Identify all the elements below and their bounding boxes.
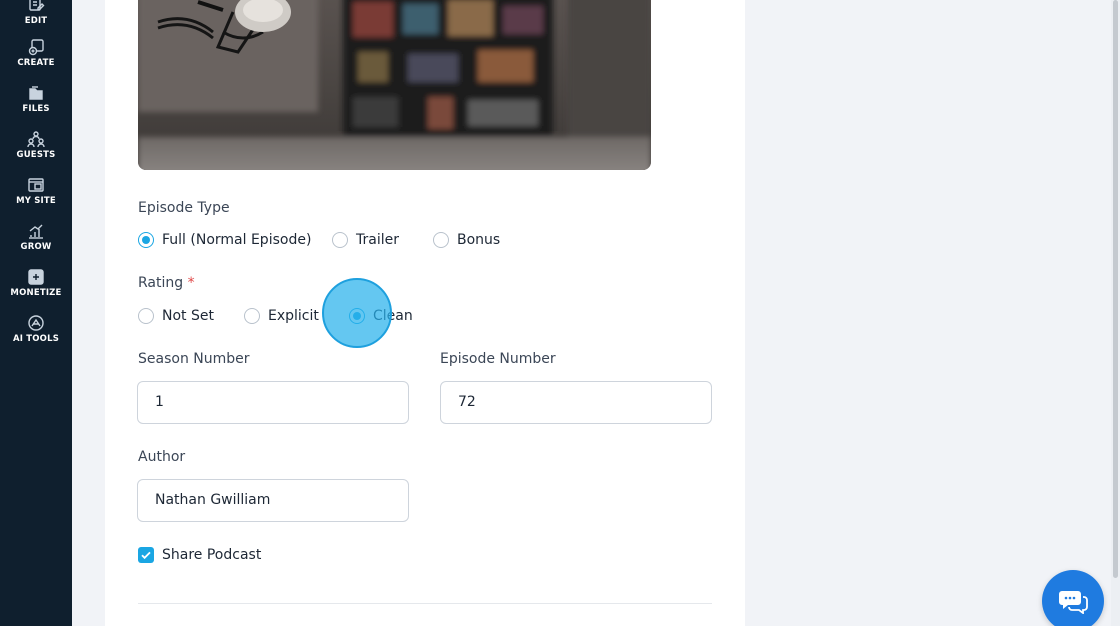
episode-type-option-full[interactable]: Full (Normal Episode) xyxy=(138,229,311,251)
episode-number-input[interactable]: 72 xyxy=(440,381,712,424)
rating-option-not-set[interactable]: Not Set xyxy=(138,305,214,327)
radio-label: Trailer xyxy=(356,232,399,248)
rating-option-clean[interactable]: Clean xyxy=(349,305,413,327)
page-scrollbar[interactable] xyxy=(1111,0,1120,626)
episode-type-option-bonus[interactable]: Bonus xyxy=(433,229,500,251)
episode-number-label: Episode Number xyxy=(440,351,556,367)
episode-artwork-image xyxy=(138,0,651,170)
chat-icon xyxy=(1059,591,1088,614)
sidebar-item-create[interactable]: CREATE xyxy=(0,38,72,84)
monetize-icon xyxy=(28,269,44,285)
radio-label: Bonus xyxy=(457,232,501,248)
create-icon xyxy=(28,39,44,56)
checkmark-icon xyxy=(141,551,151,560)
radio-label: Clean xyxy=(373,308,413,324)
guests-icon xyxy=(27,131,45,148)
share-podcast-checkbox-row[interactable]: Share Podcast xyxy=(138,545,261,565)
rating-label-text: Rating xyxy=(138,275,184,291)
share-podcast-checkbox[interactable] xyxy=(138,547,154,563)
season-number-input[interactable]: 1 xyxy=(137,381,409,424)
chat-launcher-button[interactable] xyxy=(1042,570,1104,626)
radio-button[interactable] xyxy=(349,308,365,324)
sidebar-item-label: MONETIZE xyxy=(10,288,62,298)
sidebar: EDIT CREATE FILES GUESTS MY SITE GROW MO… xyxy=(0,0,72,626)
radio-button[interactable] xyxy=(332,232,348,248)
ai-tools-icon xyxy=(28,315,44,331)
my-site-icon xyxy=(28,178,44,192)
episode-details-card: Episode Type Full (Normal Episode) Trail… xyxy=(105,0,745,626)
sidebar-item-grow[interactable]: GROW xyxy=(0,222,72,268)
season-number-label: Season Number xyxy=(138,351,250,367)
required-asterisk: * xyxy=(187,275,195,291)
sidebar-item-label: AI TOOLS xyxy=(12,334,60,344)
sidebar-item-files[interactable]: FILES xyxy=(0,84,72,130)
author-input[interactable]: Nathan Gwilliam xyxy=(137,479,409,522)
episode-type-option-trailer[interactable]: Trailer xyxy=(332,229,399,251)
sidebar-item-my-site[interactable]: MY SITE xyxy=(0,176,72,222)
sidebar-item-label: GROW xyxy=(20,242,52,252)
radio-button[interactable] xyxy=(138,232,154,248)
rating-label: Rating * xyxy=(138,275,195,291)
grow-icon xyxy=(29,224,43,239)
radio-button[interactable] xyxy=(244,308,260,324)
episode-type-label: Episode Type xyxy=(138,200,230,216)
sidebar-item-label: CREATE xyxy=(17,58,55,68)
radio-label: Full (Normal Episode) xyxy=(162,232,312,248)
sidebar-item-label: GUESTS xyxy=(16,150,56,160)
sidebar-item-label: MY SITE xyxy=(16,196,56,206)
rating-option-explicit[interactable]: Explicit xyxy=(244,305,319,327)
sidebar-item-label: EDIT xyxy=(24,16,48,26)
share-podcast-label: Share Podcast xyxy=(162,547,262,563)
sidebar-item-label: FILES xyxy=(22,104,50,114)
radio-button[interactable] xyxy=(433,232,449,248)
sidebar-item-edit[interactable]: EDIT xyxy=(0,0,72,42)
radio-label: Not Set xyxy=(162,308,214,324)
scrollbar-thumb[interactable] xyxy=(1113,0,1118,578)
section-divider xyxy=(138,603,712,604)
sidebar-item-monetize[interactable]: MONETIZE xyxy=(0,268,72,314)
edit-icon xyxy=(29,0,45,11)
radio-button[interactable] xyxy=(138,308,154,324)
radio-label: Explicit xyxy=(268,308,319,324)
author-label: Author xyxy=(138,449,186,465)
sidebar-item-guests[interactable]: GUESTS xyxy=(0,130,72,176)
files-icon xyxy=(29,86,43,100)
sidebar-item-ai-tools[interactable]: AI TOOLS xyxy=(0,314,72,360)
